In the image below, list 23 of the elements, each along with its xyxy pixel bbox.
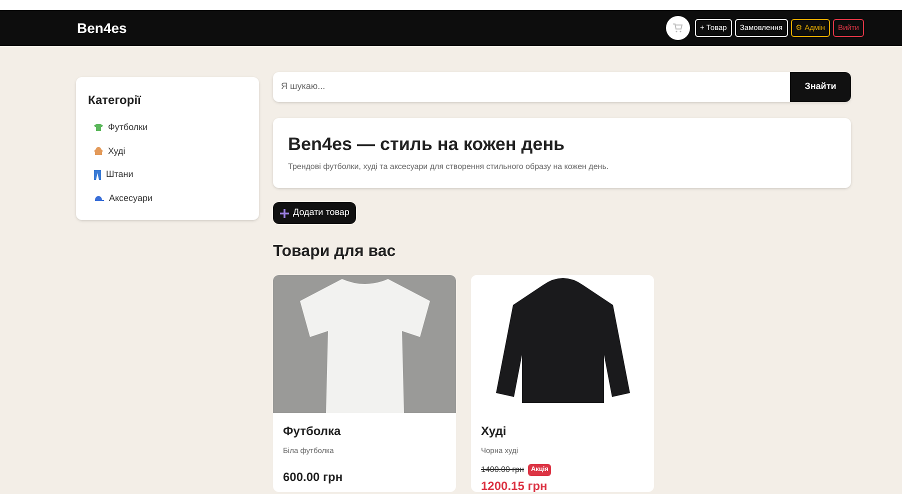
old-price: 1400.00 грн [481, 464, 524, 476]
product-name: Футболка [283, 423, 342, 440]
sidebar-title: Категорії [88, 92, 142, 109]
product-name: Худі [481, 423, 508, 440]
category-link[interactable]: Футболки [94, 121, 247, 134]
product-price: 600.00 грн [283, 469, 344, 486]
category-link[interactable]: Худі [94, 144, 247, 158]
search-field[interactable]: Я шукаю... Знайти [273, 72, 851, 102]
brand-logo[interactable]: Ben4es [77, 18, 127, 38]
hero-subtitle: Трендові футболки, худі та аксесуари для створення стильного образу на кожен день. [288, 161, 610, 173]
cart-button[interactable] [666, 16, 690, 40]
add-product-button[interactable]: Додати товар [273, 202, 356, 224]
tshirt-icon [94, 124, 103, 132]
search-button[interactable]: Знайти [790, 72, 851, 102]
plus-icon [280, 208, 289, 218]
category-link[interactable]: Штани [94, 168, 247, 182]
hero-title: Ben4es — стиль на кожен день [288, 135, 566, 153]
section-title: Товари для вас [273, 242, 397, 262]
hoodie-icon [94, 147, 103, 156]
cap-icon [94, 195, 104, 202]
category-link[interactable]: Аксесуари [94, 192, 247, 205]
trousers-icon [94, 170, 101, 180]
cart-icon [672, 23, 683, 33]
